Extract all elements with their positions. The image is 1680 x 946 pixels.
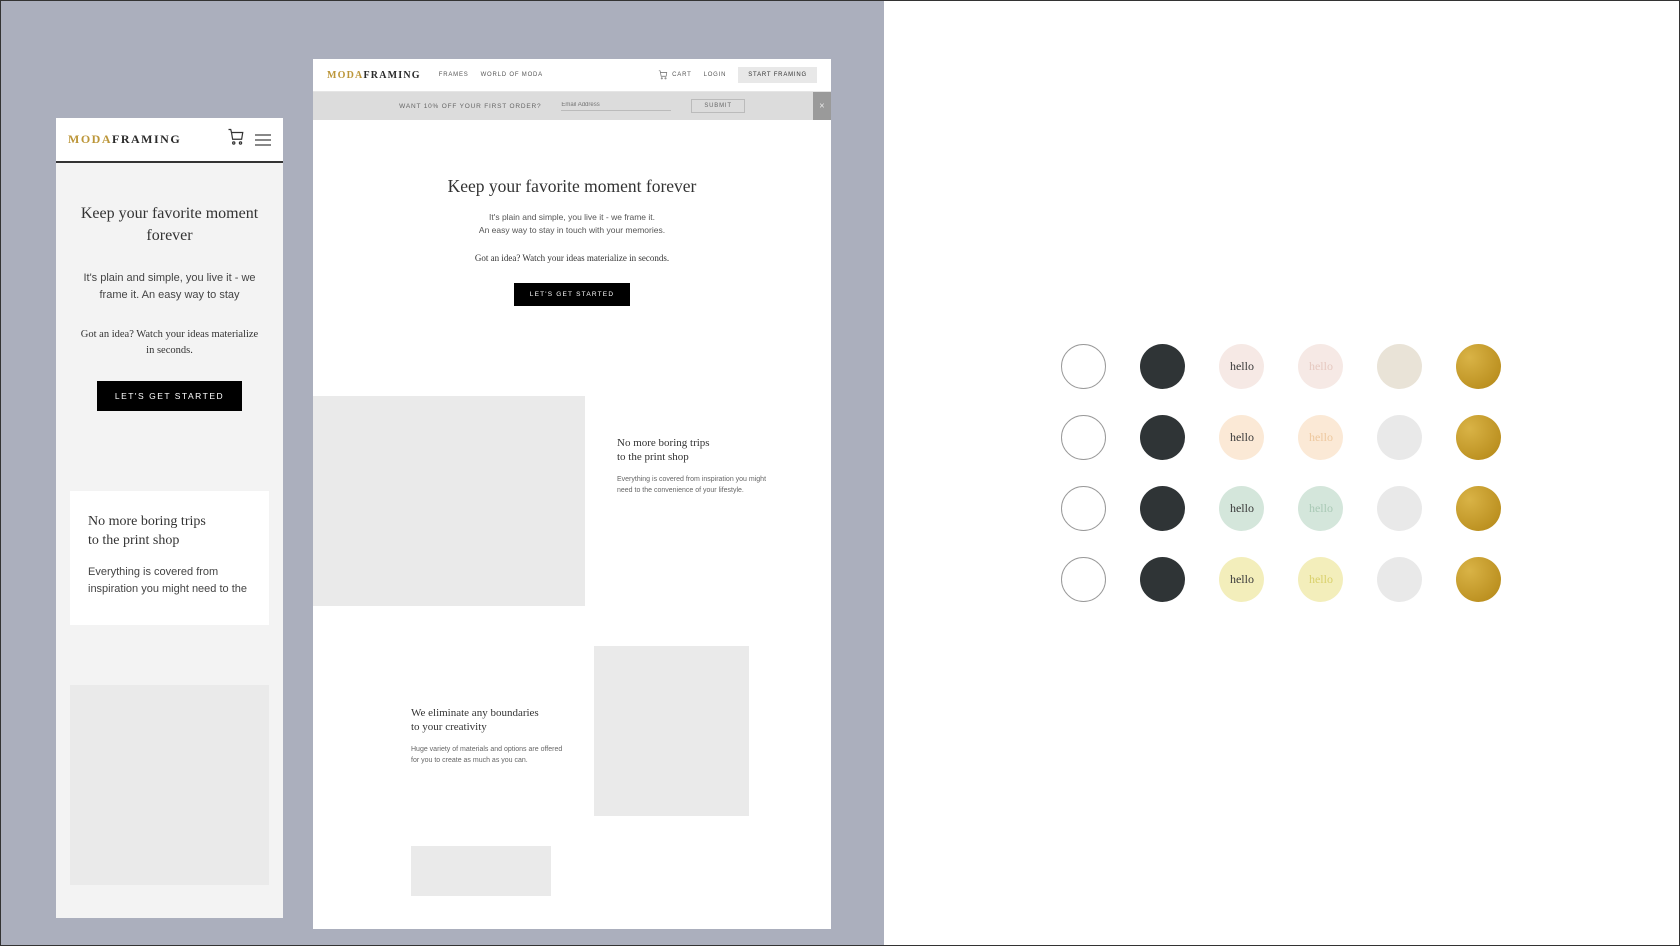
section-body: Everything is covered from inspiration y… — [88, 564, 251, 597]
color-palette-grid: hello hello hello hello hello hello hello hello — [1061, 344, 1501, 602]
mobile-section-1: No more boring trips to the print shop E… — [70, 491, 269, 626]
cta-button[interactable]: LET'S GET STARTED — [514, 283, 631, 306]
primary-nav: FRAMES WORLD OF MODA — [439, 72, 543, 78]
cart-label: CART — [672, 72, 691, 78]
promo-bar: WANT 10% OFF YOUR FIRST ORDER? SUBMIT × — [313, 92, 831, 120]
color-swatch — [1456, 415, 1501, 460]
color-swatch — [1061, 557, 1106, 602]
feature-title: We eliminate any boundaries to your crea… — [411, 706, 570, 736]
color-swatch — [1140, 557, 1185, 602]
color-swatch — [1377, 557, 1422, 602]
hero-subtitle: It's plain and simple, you live it - we … — [373, 211, 771, 237]
logo[interactable]: MODAFRAMING — [327, 70, 421, 81]
hero-subtitle: It's plain and simple, you live it - we … — [76, 270, 263, 303]
hero-idea: Got an idea? Watch your ideas materializ… — [76, 327, 263, 359]
desktop-header: MODAFRAMING FRAMES WORLD OF MODA CART LO… — [313, 59, 831, 92]
hero-title: Keep your favorite moment forever — [373, 176, 771, 197]
color-swatch — [1456, 557, 1501, 602]
cart-icon[interactable] — [227, 128, 245, 151]
color-swatch: hello — [1298, 415, 1343, 460]
mobile-image-placeholder — [70, 685, 269, 885]
color-swatch: hello — [1298, 344, 1343, 389]
color-swatch — [1061, 344, 1106, 389]
color-swatch — [1140, 486, 1185, 531]
color-swatch: hello — [1298, 486, 1343, 531]
hero-title: Keep your favorite moment forever — [76, 203, 263, 246]
color-swatch — [1456, 486, 1501, 531]
desktop-hero: Keep your favorite moment forever It's p… — [313, 120, 831, 356]
color-swatch: hello — [1298, 557, 1343, 602]
section-title: No more boring trips to the print shop — [88, 513, 251, 551]
submit-button[interactable]: SUBMIT — [691, 99, 744, 113]
color-swatch: hello — [1219, 344, 1264, 389]
cart-link[interactable]: CART — [658, 70, 691, 80]
menu-icon[interactable] — [255, 134, 271, 146]
image-placeholder — [411, 846, 551, 896]
close-icon[interactable]: × — [813, 92, 831, 120]
mockups-panel: MODAFRAMING Keep your favorite moment fo… — [1, 1, 884, 945]
logo-part1: MODA — [68, 132, 112, 146]
cart-icon — [658, 70, 668, 80]
nav-frames[interactable]: FRAMES — [439, 72, 469, 78]
start-framing-button[interactable]: START FRAMING — [738, 67, 817, 83]
image-placeholder — [313, 396, 585, 606]
feature-block-1: No more boring trips to the print shop E… — [313, 396, 831, 606]
logo-part1: MODA — [327, 70, 363, 81]
color-swatch: hello — [1219, 415, 1264, 460]
color-swatch: hello — [1219, 486, 1264, 531]
image-placeholder — [594, 646, 749, 816]
color-swatch — [1377, 415, 1422, 460]
desktop-mockup: MODAFRAMING FRAMES WORLD OF MODA CART LO… — [313, 59, 831, 929]
email-input[interactable] — [561, 102, 671, 111]
hero-idea: Got an idea? Watch your ideas materializ… — [373, 253, 771, 263]
logo[interactable]: MODAFRAMING — [68, 132, 181, 147]
feature-block-2: We eliminate any boundaries to your crea… — [313, 646, 831, 816]
color-swatch — [1377, 344, 1422, 389]
logo-part2: FRAMING — [112, 132, 181, 146]
color-swatch — [1140, 344, 1185, 389]
feature-body: Huge variety of materials and options ar… — [411, 745, 570, 766]
mobile-mockup: MODAFRAMING Keep your favorite moment fo… — [56, 118, 283, 918]
login-link[interactable]: LOGIN — [704, 72, 727, 78]
mobile-header: MODAFRAMING — [56, 118, 283, 163]
color-swatch — [1140, 415, 1185, 460]
color-swatch — [1456, 344, 1501, 389]
color-swatch — [1061, 415, 1106, 460]
feature-title: No more boring trips to the print shop — [617, 436, 807, 466]
logo-part2: FRAMING — [363, 70, 420, 81]
promo-text: WANT 10% OFF YOUR FIRST ORDER? — [399, 103, 541, 110]
mobile-hero: Keep your favorite moment forever It's p… — [56, 163, 283, 441]
palette-panel: hello hello hello hello hello hello hello hello — [884, 1, 1679, 945]
nav-world[interactable]: WORLD OF MODA — [481, 72, 543, 78]
color-swatch — [1377, 486, 1422, 531]
color-swatch — [1061, 486, 1106, 531]
cta-button[interactable]: LET'S GET STARTED — [97, 381, 242, 411]
color-swatch: hello — [1219, 557, 1264, 602]
feature-body: Everything is covered from inspiration y… — [617, 475, 777, 496]
